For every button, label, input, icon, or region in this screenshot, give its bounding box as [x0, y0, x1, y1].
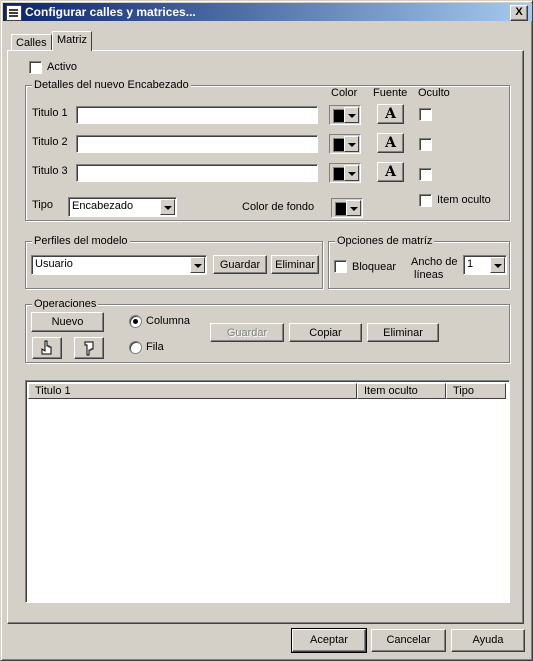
operaciones-guardar-button[interactable]: Guardar	[210, 323, 284, 342]
fuente-column-header: Fuente	[373, 87, 408, 99]
tipo-value: Encabezado	[72, 200, 134, 212]
titulo-3-oculto-checkbox[interactable]	[419, 168, 432, 181]
column-header-item-oculto[interactable]: Item oculto	[357, 383, 446, 399]
column-header-titulo-1[interactable]: Titulo 1	[28, 383, 357, 399]
titulo-3-color-picker[interactable]	[329, 163, 361, 183]
titulo-2-color-picker[interactable]	[329, 134, 361, 154]
chevron-down-icon	[344, 165, 359, 181]
titulo-3-font-button[interactable]: A	[377, 162, 404, 182]
perfiles-eliminar-button[interactable]: Eliminar	[271, 255, 319, 274]
ancho-label-2: líneas	[414, 269, 444, 281]
titulo-2-label: Titulo 2	[32, 136, 68, 148]
titulo-2-input[interactable]	[76, 135, 318, 153]
move-down-button[interactable]	[74, 337, 104, 359]
bloquear-checkbox[interactable]	[334, 260, 347, 273]
fila-radio[interactable]	[129, 341, 142, 354]
chevron-down-icon	[190, 257, 205, 273]
tipo-select[interactable]: Encabezado	[68, 197, 177, 217]
tab-matriz-label: Matriz	[57, 34, 87, 46]
nuevo-button[interactable]: Nuevo	[31, 312, 104, 332]
perfiles-value: Usuario	[35, 258, 73, 270]
title-bar[interactable]: Configurar calles y matrices... X	[3, 3, 532, 21]
ancho-label-1: Ancho de	[411, 256, 458, 268]
titulo-2-oculto-checkbox[interactable]	[419, 138, 432, 151]
columna-label: Columna	[146, 315, 191, 327]
hand-down-icon	[84, 341, 94, 356]
item-oculto-checkbox[interactable]	[419, 194, 432, 207]
titulo-3-input[interactable]	[76, 164, 318, 182]
activo-checkbox[interactable]	[29, 61, 42, 74]
oculto-column-header: Oculto	[418, 87, 450, 99]
titulo-1-oculto-checkbox[interactable]	[419, 108, 432, 121]
titulo-1-color-picker[interactable]	[329, 105, 361, 125]
ancho-lineas-value: 1	[467, 258, 474, 270]
move-up-button[interactable]	[32, 337, 62, 359]
tab-calles-label: Calles	[16, 37, 47, 49]
titulo-1-input[interactable]	[76, 106, 318, 124]
titulo-1-font-button[interactable]: A	[377, 104, 404, 124]
chevron-down-icon	[344, 136, 359, 152]
chevron-down-icon	[160, 199, 175, 215]
cancelar-button[interactable]: Cancelar	[371, 629, 446, 652]
dialog-window: Configurar calles y matrices... X Calles…	[0, 0, 533, 661]
opciones-legend: Opciones de matríz	[335, 235, 435, 247]
tab-calles[interactable]: Calles	[11, 34, 52, 51]
operaciones-eliminar-button[interactable]: Eliminar	[367, 323, 439, 342]
aceptar-button[interactable]: Aceptar	[291, 628, 367, 653]
titulo-3-label: Titulo 3	[32, 165, 68, 177]
chevron-down-icon	[344, 107, 359, 123]
app-icon	[6, 5, 22, 21]
operaciones-legend: Operaciones	[32, 298, 99, 310]
close-button[interactable]: X	[510, 5, 528, 21]
detalles-legend: Detalles del nuevo Encabezado	[32, 79, 191, 91]
copiar-button[interactable]: Copiar	[289, 323, 362, 342]
perfiles-guardar-button[interactable]: Guardar	[213, 255, 267, 274]
color-column-header: Color	[331, 87, 358, 99]
fila-label: Fila	[146, 341, 164, 353]
window-title: Configurar calles y matrices...	[25, 5, 196, 19]
columna-radio[interactable]	[129, 315, 142, 328]
item-oculto-label: Item oculto	[437, 194, 491, 206]
bloquear-label: Bloquear	[352, 261, 397, 273]
color-de-fondo-label: Color de fondo	[242, 201, 315, 213]
ayuda-button[interactable]: Ayuda	[451, 629, 525, 652]
tipo-label: Tipo	[32, 199, 53, 211]
column-header-tipo[interactable]: Tipo	[446, 383, 506, 399]
columns-list[interactable]: Titulo 1 Item oculto Tipo	[25, 380, 510, 603]
perfiles-select[interactable]: Usuario	[31, 255, 207, 275]
perfiles-legend: Perfiles del modelo	[32, 235, 130, 247]
titulo-1-label: Titulo 1	[32, 107, 68, 119]
tab-matriz[interactable]: Matriz	[52, 31, 92, 51]
chevron-down-icon	[346, 200, 361, 216]
ancho-lineas-select[interactable]: 1	[463, 255, 507, 275]
hand-up-icon	[41, 340, 52, 355]
titulo-2-font-button[interactable]: A	[377, 133, 404, 153]
chevron-down-icon	[490, 257, 505, 273]
color-de-fondo-picker[interactable]	[331, 198, 363, 218]
activo-label: Activo	[47, 61, 77, 73]
